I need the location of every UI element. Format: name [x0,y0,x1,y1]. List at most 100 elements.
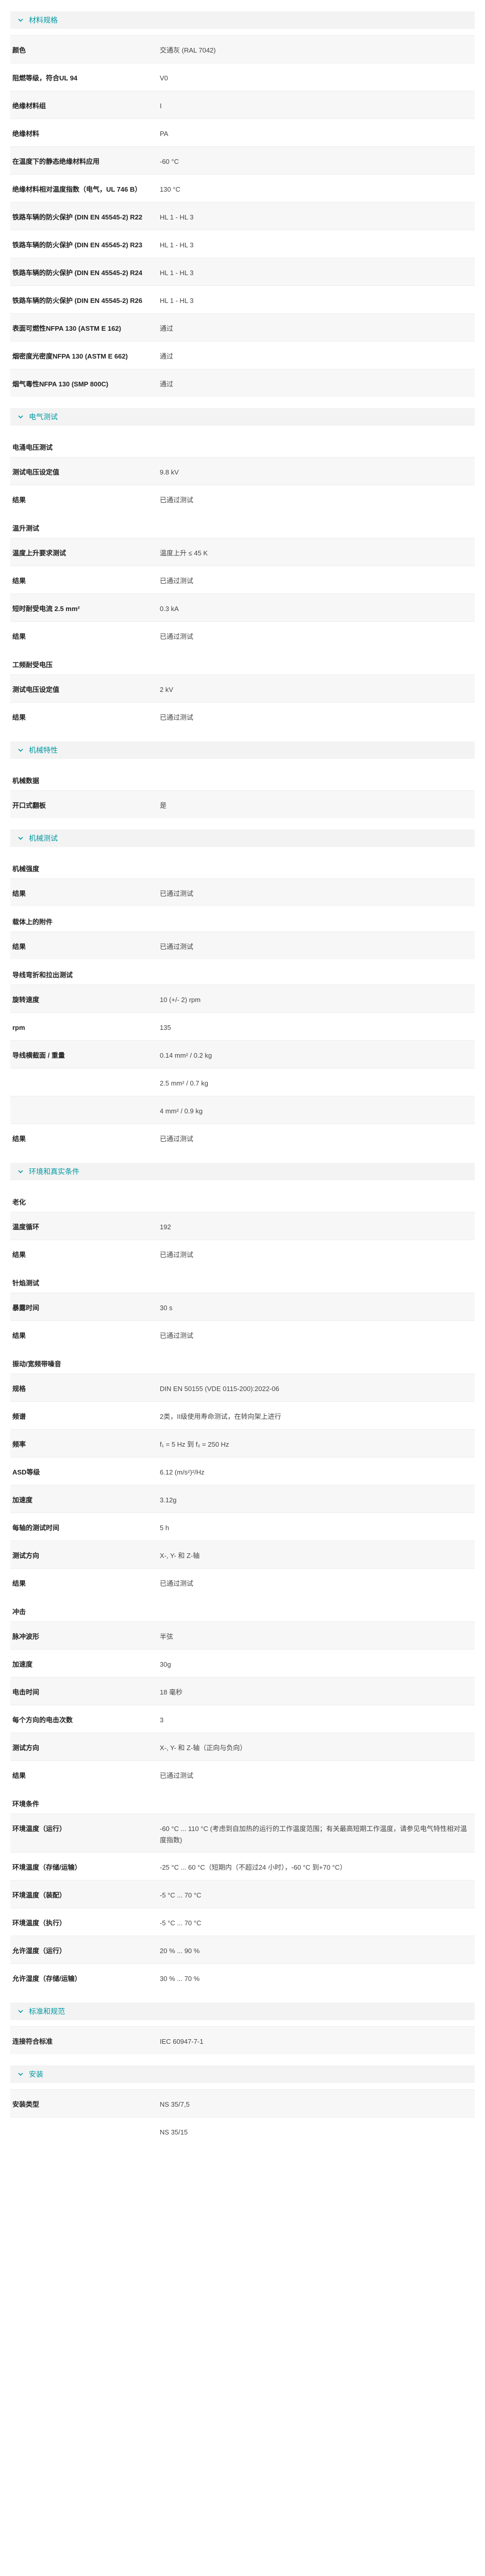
spec-value: 已通过测试 [160,714,194,721]
spec-value: 5 h [160,1524,170,1532]
spec-table: 温度上升要求测试 温度上升 ≤ 45 K 结果 已通过测试 短时耐受电流 2.5 mm²… [10,538,475,649]
spec-label: 安装类型 [12,2100,40,2108]
chevron-down-icon [16,16,25,24]
spec-label: 铁路车辆的防火保护 (DIN EN 45545-2) R22 [12,213,143,221]
spec-value: 130 °C [160,185,180,193]
spec-label: 结果 [12,1135,26,1143]
spec-label: 烟气毒性NFPA 130 (SMP 800C) [12,380,109,388]
spec-label: 铁路车辆的防火保护 (DIN EN 45545-2) R24 [12,269,143,277]
group-title: 电涌电压测试 [12,444,53,451]
spec-page: 材料规格颜色 交通灰 (RAL 7042) 阻燃等级，符合UL 94 V0 绝缘材料组 I… [0,11,485,2165]
spec-label: 表面可燃性NFPA 130 (ASTM E 162) [12,325,121,332]
spec-label: 结果 [12,890,26,897]
section-header-toggle[interactable]: 材料规格 [10,11,475,29]
group-title: 冲击 [12,1608,26,1616]
spec-row: 绝缘材料组 I [10,91,475,118]
spec-value: 6.12 (m/s²)²/Hz [160,1468,205,1476]
spec-value: X-, Y- 和 Z-轴 [160,1552,200,1560]
spec-label: 电击时间 [12,1688,40,1696]
spec-table: 暴露时间 30 s 结果 已通过测试 [10,1293,475,1348]
spec-row: 允许湿度（存储/运输） 30 % ... 70 % [10,1963,475,1991]
spec-row: 颜色 交通灰 (RAL 7042) [10,35,475,63]
spec-value: 通过 [160,380,174,388]
spec-value: 已通过测试 [160,496,194,504]
spec-value: -60 °C ... 110 °C (考虑到自加热的运行的工作温度范围；有关最高… [160,1825,467,1844]
spec-table: 结果 已通过测试 [10,878,475,906]
spec-row: 温度循环 192 [10,1212,475,1240]
spec-row: 每轴的测试时间 5 h [10,1513,475,1540]
spec-label: 绝缘材料 [12,130,40,138]
spec-value: 30g [160,1660,171,1668]
spec-label: 环境温度（存储/运输） [12,1863,81,1871]
spec-label: 温度上升要求测试 [12,549,66,557]
spec-row: 绝缘材料相对温度指数（电气，UL 746 B） 130 °C [10,174,475,202]
section-header-toggle[interactable]: 环境和真实条件 [10,1163,475,1180]
chevron-down-icon [16,746,25,754]
spec-label: 测试方向 [12,1744,40,1752]
spec-row: rpm 135 [10,1012,475,1040]
spec-section: 材料规格颜色 交通灰 (RAL 7042) 阻燃等级，符合UL 94 V0 绝缘材料组 I… [10,11,475,397]
spec-row: 结果 已通过测试 [10,931,475,959]
spec-value: 192 [160,1223,171,1231]
spec-row: 频率 f₁ = 5 Hz 到 f₂ = 250 Hz [10,1429,475,1457]
group-title: 针焰测试 [12,1279,40,1287]
spec-row: 结果 已通过测试 [10,1124,475,1151]
spec-row: 测试方向 X-, Y- 和 Z-轴（正向与负向） [10,1733,475,1760]
spec-table: 安装类型 NS 35/7,5 NS 35/15 [10,2089,475,2145]
spec-row: 4 mm² / 0.9 kg [10,1096,475,1124]
group-title: 温升测试 [12,524,40,532]
spec-label: 导线横截面 / 重量 [12,1052,65,1059]
section-header-toggle[interactable]: 标准和规范 [10,2003,475,2020]
section-header-toggle[interactable]: 机械特性 [10,741,475,759]
spec-label: 环境温度（装配） [12,1891,66,1899]
spec-value: NS 35/7,5 [160,2100,190,2108]
spec-label: 连接符合标准 [12,2038,53,2045]
spec-table: 开口式翻板 是 [10,790,475,818]
spec-row: 暴露时间 30 s [10,1293,475,1320]
spec-value: 已通过测试 [160,943,194,951]
spec-value: 温度上升 ≤ 45 K [160,549,208,557]
spec-table: 环境温度（运行） -60 °C ... 110 °C (考虑到自加热的运行的工作温… [10,1814,475,1991]
spec-value: HL 1 - HL 3 [160,241,194,249]
spec-value: -5 °C ... 70 °C [160,1891,202,1899]
spec-label: 结果 [12,1251,26,1259]
spec-row: 加速度 30g [10,1649,475,1677]
spec-value: 2.5 mm² / 0.7 kg [160,1079,208,1087]
spec-row: 结果 已通过测试 [10,621,475,649]
spec-value: 已通过测试 [160,577,194,585]
spec-value: 30 s [160,1304,173,1312]
spec-table: 连接符合标准 IEC 60947-7-1 [10,2026,475,2054]
section-header-toggle[interactable]: 电气测试 [10,408,475,426]
spec-row: 环境温度（运行） -60 °C ... 110 °C (考虑到自加热的运行的工作温… [10,1814,475,1852]
spec-label: 环境温度（执行） [12,1919,66,1927]
spec-value: 是 [160,802,167,809]
spec-section: 安装安装类型 NS 35/7,5 NS 35/15 [10,2065,475,2145]
spec-value: 通过 [160,325,174,332]
spec-label: 允许湿度（存储/运输） [12,1975,81,1982]
spec-label: 测试电压设定值 [12,468,60,476]
spec-value: -60 °C [160,158,179,165]
spec-label: ASD等级 [12,1468,40,1476]
spec-row: 规格 DIN EN 50155 (VDE 0115-200):2022-06 [10,1374,475,1401]
spec-row: 环境温度（执行） -5 °C ... 70 °C [10,1908,475,1936]
spec-row: 结果 已通过测试 [10,878,475,906]
spec-label: 烟密度光密度NFPA 130 (ASTM E 662) [12,352,128,360]
spec-row: 铁路车辆的防火保护 (DIN EN 45545-2) R26 HL 1 - HL … [10,285,475,313]
spec-row: 结果 已通过测试 [10,1760,475,1788]
group-title: 载体上的附件 [12,918,53,926]
spec-value: 135 [160,1024,171,1031]
section-header-toggle[interactable]: 安装 [10,2065,475,2083]
group-title: 工频耐受电压 [12,661,53,669]
spec-row: NS 35/15 [10,2117,475,2145]
spec-value: 已通过测试 [160,1332,194,1340]
spec-value: 半弦 [160,1633,174,1640]
spec-value: 已通过测试 [160,1580,194,1587]
spec-section: 标准和规范连接符合标准 IEC 60947-7-1 [10,2003,475,2054]
spec-table: 脉冲波形 半弦 加速度 30g 电击时间 18 毫秒 每个方向的电击次数 3 测试方向 X-, Y… [10,1621,475,1788]
chevron-down-icon [16,2070,25,2078]
spec-row: 阻燃等级，符合UL 94 V0 [10,63,475,91]
section-header-toggle[interactable]: 机械测试 [10,829,475,847]
spec-table: 温度循环 192 结果 已通过测试 [10,1212,475,1267]
spec-value: 2类，II级使用寿命测试，在转向架上进行 [160,1413,281,1420]
spec-label: 结果 [12,496,26,504]
